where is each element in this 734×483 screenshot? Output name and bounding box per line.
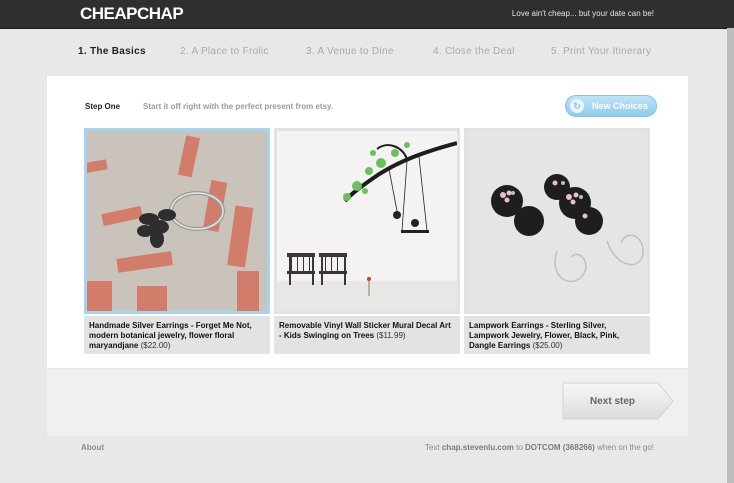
refresh-icon: ↻ [570, 99, 584, 113]
step-tab-place[interactable]: 2. A Place to Frolic [180, 46, 269, 57]
step-tab-venue[interactable]: 3. A Venue to Dine [306, 46, 394, 57]
sms-hint-mid: to [516, 443, 523, 452]
product-image-lampwork-earrings[interactable] [464, 128, 650, 314]
product-caption[interactable]: Lampwork Earrings - Sterling Silver, Lam… [464, 316, 650, 354]
about-link[interactable]: About [81, 443, 104, 452]
product-price: ($11.99) [376, 331, 406, 340]
product-price: ($25.00) [532, 341, 563, 350]
next-step-label: Next step [590, 396, 636, 407]
tagline: Love ain't cheap... but your date can be… [511, 9, 654, 18]
product-card[interactable]: Lampwork Earrings - Sterling Silver, Lam… [464, 128, 650, 354]
product-caption[interactable]: Handmade Silver Earrings - Forget Me Not… [84, 316, 270, 354]
sms-hint-prefix: Text [424, 443, 440, 452]
top-bar: CHEAPCHAP Love ain't cheap... but your d… [0, 0, 734, 29]
sms-hint: Text chap.stevenlu.com to DOTCOM (368266… [425, 443, 654, 452]
logo[interactable]: CHEAPCHAP [80, 4, 184, 24]
product-image-ring[interactable] [84, 128, 270, 314]
sms-hint-url: chap.stevenlu.com [441, 443, 514, 452]
step-navigation: 1. The Basics 2. A Place to Frolic 3. A … [0, 46, 734, 62]
action-bar: Next step [47, 368, 688, 436]
window-edge [727, 28, 734, 483]
product-title: Removable Vinyl Wall Sticker Mural Decal… [279, 321, 451, 340]
sms-hint-code: DOTCOM (368266) [525, 443, 595, 452]
step-tab-print[interactable]: 5. Print Your Itinerary [551, 46, 651, 57]
product-card[interactable]: Handmade Silver Earrings - Forget Me Not… [84, 128, 270, 354]
new-choices-label: New Choices [592, 101, 649, 111]
step-tab-close[interactable]: 4. Close the Deal [433, 46, 515, 57]
sms-hint-suffix: when on the go! [597, 443, 654, 452]
product-image-wall-sticker[interactable] [274, 128, 460, 314]
step-label: Step One [85, 102, 121, 111]
step-tab-basics[interactable]: 1. The Basics [78, 46, 146, 57]
main-panel: Step One Start it off right with the per… [47, 76, 688, 436]
product-card[interactable]: Removable Vinyl Wall Sticker Mural Decal… [274, 128, 460, 354]
product-caption[interactable]: Removable Vinyl Wall Sticker Mural Decal… [274, 316, 460, 354]
step-description: Start it off right with the perfect pres… [143, 102, 334, 111]
next-step-button[interactable]: Next step [562, 382, 674, 420]
product-price: ($22.00) [140, 341, 171, 350]
new-choices-button[interactable]: ↻ New Choices [565, 95, 657, 117]
